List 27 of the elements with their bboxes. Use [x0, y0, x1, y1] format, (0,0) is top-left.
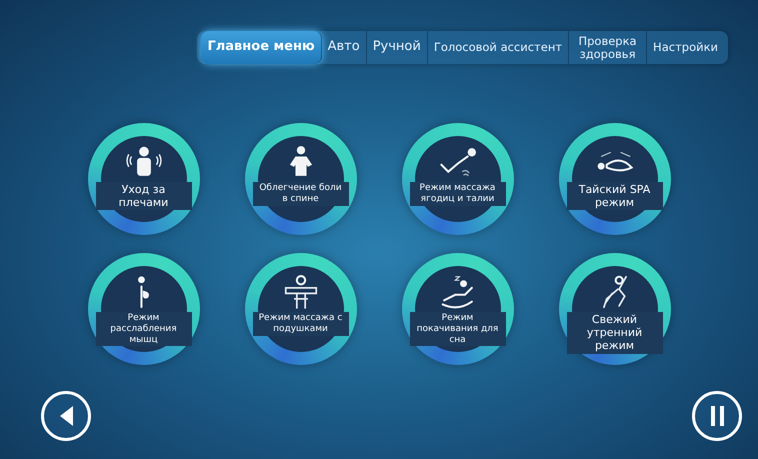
- mode-button[interactable]: Облегчение боли в спине: [244, 123, 356, 235]
- tab[interactable]: Авто: [322, 31, 367, 64]
- tab[interactable]: Голосовой ассистент: [428, 31, 570, 64]
- mode-button[interactable]: Режим расслабления мышц: [88, 253, 200, 365]
- mode-label: Режим массажа с подушками: [252, 312, 348, 336]
- mode-label: Свежий утренний режим: [566, 312, 662, 354]
- triangle-left-icon: [60, 406, 72, 426]
- mode-button[interactable]: Режим массажа с подушками: [244, 253, 356, 365]
- mode-button[interactable]: Режим массажа ягодиц и талии: [402, 123, 514, 235]
- tab[interactable]: Ручной: [366, 31, 428, 64]
- mode-label: Режим покачивания для сна: [410, 312, 506, 346]
- mode-button[interactable]: Режим покачивания для сна: [402, 253, 514, 365]
- mode-label: Режим расслабления мышц: [96, 312, 192, 346]
- mode-label: Облегчение боли в спине: [252, 182, 348, 206]
- mode-label: Режим массажа ягодиц и талии: [410, 182, 506, 206]
- tab[interactable]: Проверка здоровья: [569, 31, 648, 64]
- pause-icon: [710, 406, 724, 426]
- pause-button[interactable]: [692, 391, 742, 441]
- tab[interactable]: Настройки: [647, 31, 724, 64]
- mode-label: Уход за плечами: [96, 182, 192, 210]
- mode-button[interactable]: Тайский SPA режим: [558, 123, 670, 235]
- back-button[interactable]: [41, 391, 91, 441]
- mode-button[interactable]: Уход за плечами: [88, 123, 200, 235]
- standing-person-icon: [136, 274, 151, 310]
- tab[interactable]: Главное меню: [201, 31, 322, 64]
- mode-label: Тайский SPA режим: [566, 182, 662, 210]
- mode-button[interactable]: Свежий утренний режим: [558, 253, 670, 365]
